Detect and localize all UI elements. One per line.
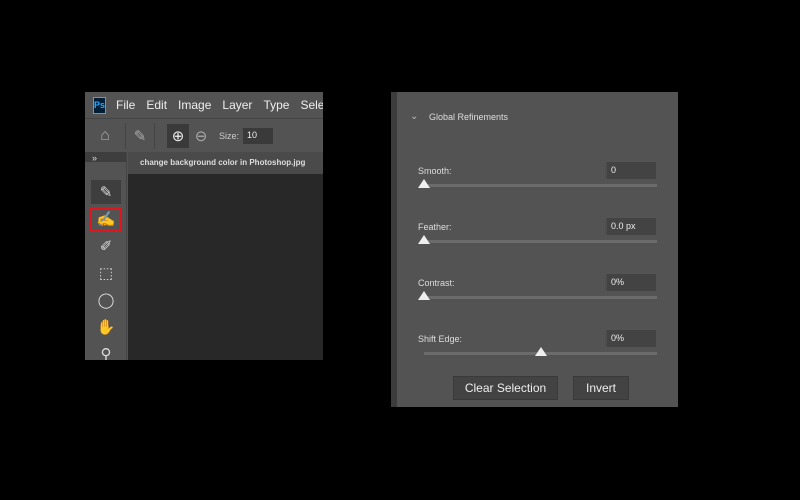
size-input[interactable]: 10 <box>243 127 274 144</box>
shift-edge-slider[interactable] <box>424 347 657 356</box>
shift-edge-slider-thumb[interactable] <box>534 347 547 356</box>
feather-slider[interactable] <box>418 235 657 244</box>
menu-edit[interactable]: Edit <box>146 98 167 112</box>
object-selection-tool-icon[interactable]: ⬚ <box>91 261 121 285</box>
feather-label: Feather: <box>418 222 452 232</box>
refine-edge-brush-icon[interactable]: ✍ <box>90 207 122 231</box>
canvas-area[interactable]: change background color in Photoshop.jpg <box>128 152 323 360</box>
clear-selection-button[interactable]: Clear Selection <box>453 376 558 400</box>
invert-button[interactable]: Invert <box>573 376 629 400</box>
quick-selection-tool-icon[interactable]: ✎ <box>91 180 121 204</box>
photoshop-window: Ps File Edit Image Layer Type Sele ⌂ ✎ ⊕… <box>85 92 323 360</box>
brush-tool-icon[interactable]: ✐ <box>91 234 121 258</box>
toolbar: » ✎ ✍ ✐ ⬚ ◯ ✋ ⚲ <box>85 152 127 360</box>
contrast-label: Contrast: <box>418 278 455 288</box>
smooth-input[interactable]: 0 <box>605 162 656 179</box>
brush-preset-icon[interactable]: ✎ <box>125 122 155 149</box>
section-title: Global Refinements <box>429 112 509 122</box>
shift-edge-label: Shift Edge: <box>418 334 463 344</box>
contrast-slider[interactable] <box>418 291 657 300</box>
chevron-down-icon[interactable]: ⌄ <box>410 111 418 122</box>
home-icon[interactable]: ⌂ <box>85 127 125 145</box>
options-bar: ⌂ ✎ ⊕ ⊖ Size: 10 <box>85 118 323 152</box>
lasso-tool-icon[interactable]: ◯ <box>91 288 121 312</box>
collapse-toolbar-icon[interactable]: » <box>85 152 126 163</box>
smooth-slider[interactable] <box>418 179 657 188</box>
hand-tool-icon[interactable]: ✋ <box>91 315 121 339</box>
menu-layer[interactable]: Layer <box>222 98 252 112</box>
smooth-slider-thumb[interactable] <box>418 179 430 188</box>
subtract-from-selection-icon[interactable]: ⊖ <box>189 127 213 145</box>
feather-input[interactable]: 0.0 px <box>605 218 656 235</box>
contrast-input[interactable]: 0% <box>605 274 656 291</box>
add-to-selection-icon[interactable]: ⊕ <box>167 123 189 148</box>
smooth-label: Smooth: <box>418 166 452 176</box>
shift-edge-input[interactable]: 0% <box>605 330 656 347</box>
zoom-tool-icon[interactable]: ⚲ <box>91 342 121 360</box>
photoshop-logo: Ps <box>93 96 107 114</box>
menu-image[interactable]: Image <box>178 98 211 112</box>
document-tab[interactable]: change background color in Photoshop.jpg <box>128 152 323 174</box>
menu-type[interactable]: Type <box>263 98 289 112</box>
menu-file[interactable]: File <box>116 98 135 112</box>
refinements-panel: ⌄ Global Refinements Smooth: 0 Feather: … <box>391 92 678 407</box>
contrast-slider-thumb[interactable] <box>418 291 430 300</box>
menu-select[interactable]: Sele <box>300 98 323 112</box>
size-label: Size: <box>219 130 240 141</box>
feather-slider-thumb[interactable] <box>418 235 430 244</box>
menu-bar: Ps File Edit Image Layer Type Sele <box>85 92 323 118</box>
